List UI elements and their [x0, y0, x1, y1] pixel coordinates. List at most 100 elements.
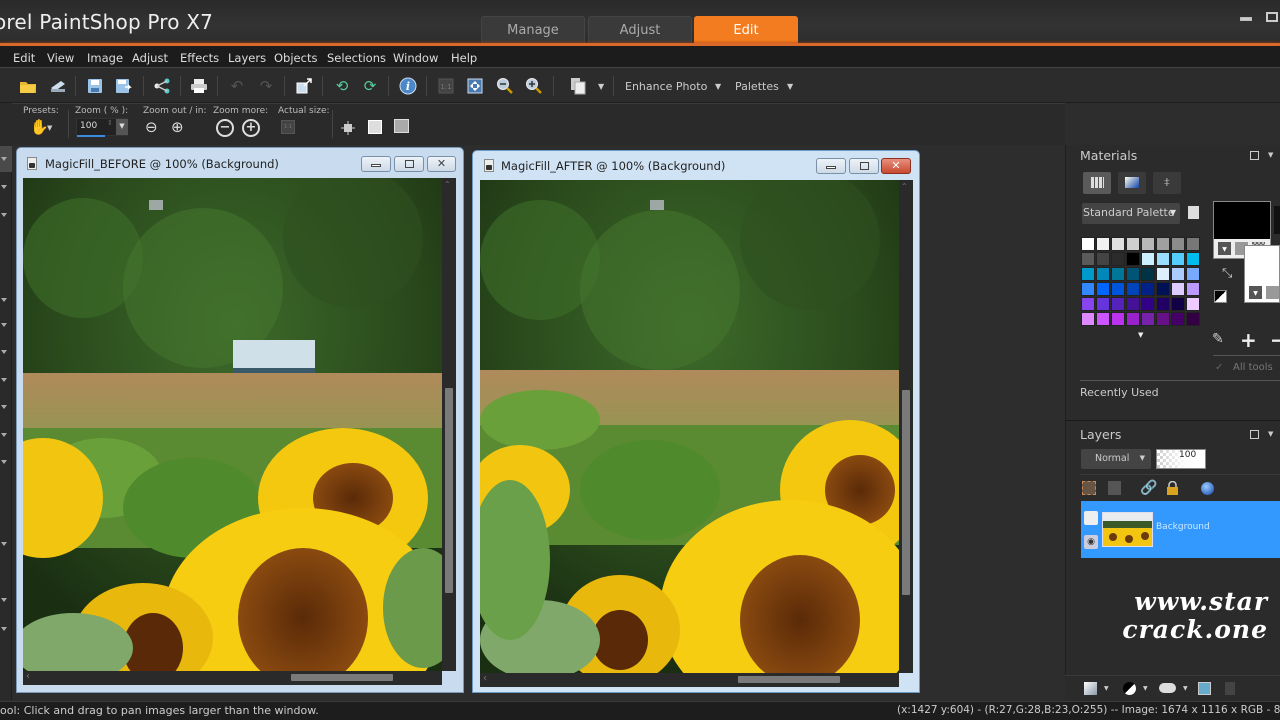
- color-swatch[interactable]: [1156, 312, 1170, 326]
- tab-edit[interactable]: Edit: [694, 16, 798, 44]
- color-swatch[interactable]: [1156, 252, 1170, 266]
- eyedropper-icon[interactable]: ✎: [1212, 331, 1224, 347]
- scroll-left-icon[interactable]: ‹: [483, 673, 487, 684]
- scroll-left-icon[interactable]: ‹: [26, 671, 30, 682]
- color-swatch[interactable]: [1126, 252, 1140, 266]
- palettes-menu[interactable]: Palettes: [735, 80, 779, 93]
- background-material[interactable]: ▼: [1244, 245, 1280, 303]
- tool-flyout-icon[interactable]: [1, 157, 7, 161]
- scroll-thumb[interactable]: [291, 674, 393, 681]
- tab-manage[interactable]: Manage: [481, 16, 585, 44]
- layer-item-background[interactable]: ◉ Background: [1081, 501, 1280, 558]
- fit-window-icon[interactable]: [465, 76, 485, 96]
- paste-icon[interactable]: [568, 76, 588, 96]
- redo-icon[interactable]: ↷: [256, 76, 276, 96]
- tool-flyout-icon[interactable]: [1, 598, 7, 602]
- zoom-dropdown-icon[interactable]: ▼: [116, 119, 128, 135]
- tool-flyout-icon[interactable]: [1, 460, 7, 464]
- color-swatch[interactable]: [1096, 252, 1110, 266]
- color-swatch[interactable]: [1081, 252, 1095, 266]
- new-layer-dropdown-icon[interactable]: ▼: [1104, 685, 1109, 692]
- color-swatch[interactable]: [1111, 252, 1125, 266]
- color-swatch[interactable]: [1156, 267, 1170, 281]
- color-swatch[interactable]: [1186, 252, 1200, 266]
- vertical-scrollbar-after[interactable]: ⌃: [899, 180, 913, 673]
- menu-selections[interactable]: Selections: [327, 51, 386, 65]
- color-swatch[interactable]: [1156, 237, 1170, 251]
- color-swatch[interactable]: [1081, 297, 1095, 311]
- new-adjustment-icon[interactable]: [1123, 682, 1136, 695]
- tool-flyout-icon[interactable]: [1, 542, 7, 546]
- pan-hand-icon[interactable]: ✋: [30, 118, 49, 136]
- maximize-doc-button[interactable]: [849, 158, 879, 174]
- new-mask-layer-icon[interactable]: [1082, 481, 1096, 495]
- zoom-out-icon[interactable]: [495, 76, 515, 96]
- layers-menu-icon[interactable]: ▼: [1268, 430, 1273, 438]
- color-swatch[interactable]: [1081, 312, 1095, 326]
- scroll-thumb[interactable]: [445, 388, 453, 593]
- fit-screen-icon[interactable]: [394, 119, 409, 133]
- color-swatch[interactable]: [1171, 237, 1185, 251]
- paste-dropdown-icon[interactable]: ▼: [598, 82, 604, 91]
- scroll-thumb[interactable]: [738, 676, 840, 683]
- swatch-expand-icon[interactable]: ▼: [1138, 331, 1143, 339]
- color-swatch[interactable]: [1141, 312, 1155, 326]
- link-icon[interactable]: 🔗: [1140, 480, 1157, 496]
- style-dropdown-icon[interactable]: ▼: [1218, 242, 1231, 255]
- color-swatch[interactable]: [1111, 297, 1125, 311]
- reset-colors-icon[interactable]: [1214, 290, 1227, 303]
- color-swatch[interactable]: [1141, 237, 1155, 251]
- color-swatch[interactable]: [1141, 297, 1155, 311]
- zoom-spinner-icon[interactable]: ⇕: [107, 119, 113, 127]
- info-icon[interactable]: i: [398, 76, 418, 96]
- print-icon[interactable]: [189, 76, 209, 96]
- color-swatch[interactable]: [1171, 312, 1185, 326]
- color-swatch[interactable]: [1171, 252, 1185, 266]
- add-swatch-icon[interactable]: +: [1240, 328, 1257, 352]
- menu-objects[interactable]: Objects: [274, 51, 317, 65]
- horizontal-scrollbar-before[interactable]: ‹: [23, 671, 442, 685]
- resize-icon[interactable]: [294, 76, 314, 96]
- zoom-slider[interactable]: [77, 135, 105, 137]
- menu-help[interactable]: Help: [451, 51, 477, 65]
- blend-mode-select[interactable]: Normal ▼: [1081, 449, 1151, 469]
- visibility-eye-icon[interactable]: ◉: [1084, 535, 1098, 549]
- close-doc-button[interactable]: ✕: [881, 158, 911, 174]
- color-swatch[interactable]: [1186, 267, 1200, 281]
- color-swatch[interactable]: [1111, 237, 1125, 251]
- actual-size-icon[interactable]: 1:1: [436, 76, 456, 96]
- menu-window[interactable]: Window: [393, 51, 438, 65]
- color-swatch[interactable]: [1126, 267, 1140, 281]
- remove-swatch-icon[interactable]: −: [1270, 328, 1280, 352]
- menu-image[interactable]: Image: [87, 51, 123, 65]
- scroll-thumb[interactable]: [902, 390, 910, 595]
- color-swatch[interactable]: [1186, 312, 1200, 326]
- color-swatch[interactable]: [1186, 237, 1200, 251]
- menu-adjust[interactable]: Adjust: [132, 51, 168, 65]
- zoom-input[interactable]: 100 ⇕ ▼: [76, 118, 128, 137]
- color-swatch[interactable]: [1126, 297, 1140, 311]
- palettes-dropdown-icon[interactable]: ▼: [787, 82, 793, 91]
- minimize-doc-button[interactable]: [361, 156, 391, 172]
- color-swatch[interactable]: [1081, 282, 1095, 296]
- color-swatch[interactable]: [1171, 297, 1185, 311]
- mask-icon[interactable]: [1159, 683, 1176, 693]
- tab-adjust[interactable]: Adjust: [588, 16, 692, 44]
- close-doc-button[interactable]: ✕: [427, 156, 456, 172]
- frame-tab-swatches[interactable]: [1083, 172, 1111, 194]
- save-icon[interactable]: [85, 76, 105, 96]
- frame-tab-rainbow[interactable]: [1118, 172, 1146, 194]
- image-canvas-before[interactable]: [23, 178, 442, 671]
- fit-window-option-icon[interactable]: [368, 120, 382, 134]
- tool-flyout-icon[interactable]: [1, 378, 7, 382]
- foreground-color-swatch[interactable]: [1214, 202, 1270, 239]
- materials-maximize-icon[interactable]: [1250, 151, 1259, 160]
- save-as-icon[interactable]: [114, 76, 134, 96]
- color-swatch[interactable]: [1156, 297, 1170, 311]
- color-swatch[interactable]: [1126, 312, 1140, 326]
- fit-image-icon[interactable]: [341, 120, 355, 135]
- share-icon[interactable]: [152, 76, 172, 96]
- tool-flyout-icon[interactable]: [1, 405, 7, 409]
- color-swatch[interactable]: [1111, 312, 1125, 326]
- layers-maximize-icon[interactable]: [1250, 430, 1259, 439]
